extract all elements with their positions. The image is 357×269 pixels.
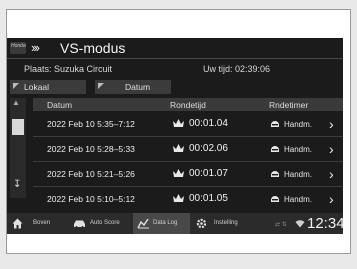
your-time-label: Uw tijd: 02:39:06 <box>203 64 271 74</box>
sort-triangle-icon <box>98 83 104 89</box>
scroll-up-icon[interactable]: ▲ <box>12 98 20 107</box>
sort-datum-button[interactable]: Datum <box>95 80 171 94</box>
crown-icon <box>173 194 184 202</box>
row-timer-mode: Handm. <box>284 195 313 204</box>
table-row[interactable]: 2022 Feb 10 5:10–5:12 00:01.05 Handm. › <box>33 187 343 212</box>
row-date: 2022 Feb 10 5:35–7:12 <box>47 119 135 129</box>
nav-item-instelling[interactable]: Instelling <box>192 213 252 234</box>
row-lap-time: 00:01.05 <box>189 193 228 204</box>
column-header-rndetimer: Rndetimer <box>269 100 309 110</box>
nav-label-instelling: Instelling <box>214 220 238 226</box>
column-header-datum: Datum <box>47 100 73 110</box>
car-icon <box>74 220 85 228</box>
sort-datum-label: Datum <box>125 82 151 92</box>
table-row[interactable]: 2022 Feb 10 5:35–7:12 00:01.04 Handm. › <box>33 112 343 137</box>
sort-lokaal-label: Lokaal <box>24 82 50 92</box>
table-row[interactable]: 2022 Feb 10 5:28–5:33 00:02.06 Handm. › <box>33 137 343 162</box>
row-lap-time: 00:01.07 <box>189 168 228 179</box>
helmet-icon <box>271 171 279 177</box>
header-bar: Honda ››› VS-modus <box>7 38 343 58</box>
row-timer-mode: Handm. <box>284 170 313 179</box>
row-lap-time: 00:01.04 <box>189 118 228 129</box>
scroll-thumb[interactable] <box>12 119 24 135</box>
clock: 12:34 <box>307 215 343 232</box>
nav-label-boven: Boven <box>33 220 51 226</box>
sort-lokaal-button[interactable]: Lokaal <box>10 80 86 94</box>
crown-icon <box>173 169 184 177</box>
app-logo: Honda <box>10 42 26 54</box>
place-label: Plaats: Suzuka Circuit <box>24 64 113 74</box>
wifi-icon <box>295 220 305 228</box>
row-lap-time: 00:02.06 <box>189 143 228 154</box>
data-log-icon <box>137 218 149 229</box>
helmet-icon <box>271 196 279 202</box>
row-timer-mode: Handm. <box>284 120 313 129</box>
helmet-icon <box>271 121 279 127</box>
row-chevron-right-icon[interactable]: › <box>329 141 334 157</box>
nav-item-data-log[interactable]: Data Log <box>133 213 190 234</box>
nav-label-data-log: Data Log <box>153 220 178 226</box>
row-chevron-right-icon[interactable]: › <box>329 166 334 182</box>
header-divider <box>7 58 343 59</box>
row-chevron-right-icon[interactable]: › <box>329 191 334 207</box>
row-timer-mode: Handm. <box>284 145 313 154</box>
column-header-rondetijd: Rondetijd <box>170 100 206 110</box>
table-row[interactable]: 2022 Feb 10 5:21–5:26 00:01.07 Handm. › <box>33 162 343 187</box>
scroll-bottom-icon[interactable]: ↧ <box>13 179 21 190</box>
status-icons: ⇄ ⇅ <box>275 222 287 228</box>
crown-icon <box>173 144 184 152</box>
bottom-nav-bar: Boven Auto Score Data Log Instelling ⇄ ⇅… <box>7 213 343 234</box>
nav-item-auto-score[interactable]: Auto Score <box>69 213 131 234</box>
infotainment-screen: Honda ››› VS-modus Plaats: Suzuka Circui… <box>7 38 343 234</box>
row-date: 2022 Feb 10 5:21–5:26 <box>47 169 135 179</box>
row-date: 2022 Feb 10 5:10–5:12 <box>47 194 135 204</box>
row-date: 2022 Feb 10 5:28–5:33 <box>47 144 135 154</box>
nav-label-auto-score: Auto Score <box>90 220 120 226</box>
crown-icon <box>173 119 184 127</box>
gear-icon <box>196 218 207 229</box>
home-icon <box>12 218 23 229</box>
page-title: VS-modus <box>60 40 126 56</box>
sort-triangle-icon <box>13 83 19 89</box>
logo-text: Honda <box>11 43 26 49</box>
row-chevron-right-icon[interactable]: › <box>329 116 334 132</box>
helmet-icon <box>271 146 279 152</box>
back-chevrons-icon[interactable]: ››› <box>31 40 40 55</box>
nav-item-boven[interactable]: Boven <box>7 213 67 234</box>
